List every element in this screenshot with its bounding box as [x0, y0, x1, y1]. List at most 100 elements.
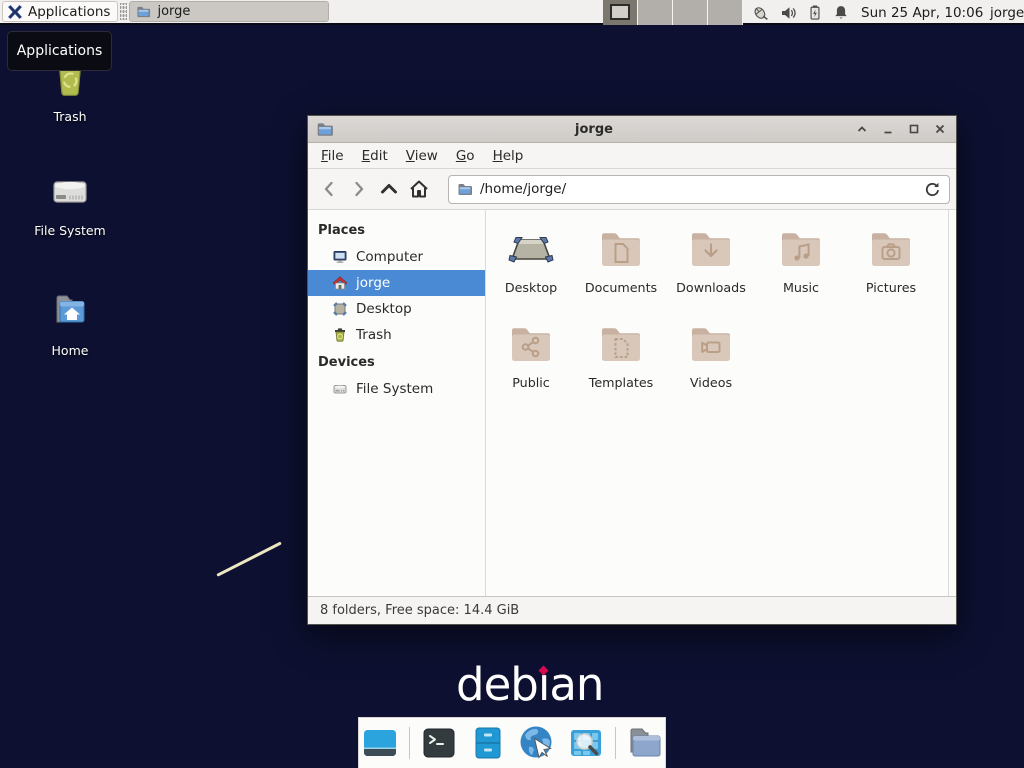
- file-item-downloads[interactable]: Downloads: [666, 226, 756, 295]
- scrollbar-track[interactable]: [948, 210, 956, 596]
- statusbar: 8 folders, Free space: 14.4 GiB: [308, 596, 956, 624]
- panel-username: jorge: [990, 0, 1024, 25]
- chevron-up-icon: [378, 179, 400, 199]
- folder-downloads-icon: [687, 226, 735, 274]
- sidebar-item-computer[interactable]: Computer: [308, 244, 485, 270]
- maximize-button[interactable]: [906, 121, 922, 137]
- forward-button[interactable]: [344, 174, 374, 204]
- file-item-templates[interactable]: Templates: [576, 321, 666, 390]
- sidebar-item-jorge[interactable]: jorge: [308, 270, 485, 296]
- workspace-4[interactable]: [708, 0, 743, 25]
- menu-go[interactable]: Go: [447, 144, 484, 168]
- close-button[interactable]: [932, 121, 948, 137]
- minimize-button[interactable]: [880, 121, 896, 137]
- workspace-3[interactable]: [673, 0, 708, 25]
- window-folder-icon: [316, 120, 334, 138]
- debian-i-red-dot: ı: [538, 658, 550, 711]
- volume-icon[interactable]: [780, 5, 797, 21]
- folder-public-icon: [507, 321, 555, 369]
- computer-icon: [332, 249, 348, 265]
- folder-videos-icon: [687, 321, 735, 369]
- devices-header: Devices: [308, 348, 485, 376]
- top-panel: Applications jorge: [0, 0, 1024, 25]
- file-item-public[interactable]: Public: [486, 321, 576, 390]
- applications-menu-button[interactable]: Applications: [2, 1, 118, 22]
- file-item-documents[interactable]: Documents: [576, 226, 666, 295]
- titlebar[interactable]: jorge: [308, 116, 956, 143]
- file-item-videos[interactable]: Videos: [666, 321, 756, 390]
- dock-separator: [615, 727, 616, 759]
- debian-wordmark: debıan: [456, 658, 603, 710]
- desktop-icon: [332, 301, 348, 317]
- bottom-dock: [358, 717, 666, 768]
- menu-help[interactable]: Help: [484, 144, 533, 168]
- terminal-icon: [420, 724, 458, 762]
- hard-drive-icon: [332, 381, 348, 397]
- file-item-pictures[interactable]: Pictures: [846, 226, 936, 295]
- chevron-left-icon: [319, 179, 339, 199]
- file-item-desktop[interactable]: Desktop: [486, 226, 576, 295]
- panel-separator-handle: [120, 3, 127, 20]
- folder-templates-icon: [597, 321, 645, 369]
- menu-view[interactable]: View: [397, 144, 447, 168]
- taskbar-window-button[interactable]: jorge: [129, 1, 329, 22]
- dock-terminal[interactable]: [419, 723, 459, 763]
- toolbar: /home/jorge/: [308, 169, 956, 210]
- menu-edit[interactable]: Edit: [353, 144, 397, 168]
- desktop-icon-home[interactable]: Home: [22, 288, 118, 358]
- desktop-icon-file-system[interactable]: File System: [22, 168, 118, 238]
- file-item-music[interactable]: Music: [756, 226, 846, 295]
- mouse-icon[interactable]: [750, 4, 769, 21]
- home-icon: [332, 275, 348, 291]
- home-folder-icon: [46, 288, 94, 336]
- taskbar-window-label: jorge: [157, 4, 190, 19]
- places-header: Places: [308, 216, 485, 244]
- dock-show-desktop[interactable]: [360, 723, 400, 763]
- xfce-applications-icon: [7, 4, 23, 20]
- file-list-area[interactable]: Desktop Documents Downloads Music Pictur…: [486, 210, 956, 596]
- dock-app-finder[interactable]: [566, 723, 606, 763]
- dock-file-manager[interactable]: [625, 723, 665, 763]
- applications-tooltip: Applications: [7, 31, 112, 71]
- sidebar-item-trash[interactable]: Trash: [308, 322, 485, 348]
- system-tray: [750, 0, 849, 25]
- folder-icon: [457, 181, 473, 197]
- show-desktop-icon: [361, 724, 399, 762]
- up-button[interactable]: [374, 174, 404, 204]
- path-input[interactable]: /home/jorge/: [480, 181, 917, 197]
- location-bar[interactable]: /home/jorge/: [448, 175, 950, 204]
- folder-documents-icon: [597, 226, 645, 274]
- workspace-switcher[interactable]: [603, 0, 743, 25]
- file-manager-folder-icon: [625, 724, 665, 762]
- sidebar-item-file-system[interactable]: File System: [308, 376, 485, 402]
- desktop-icon-label: File System: [34, 223, 106, 238]
- dock-web-browser[interactable]: [517, 723, 557, 763]
- workspace-window-preview: [610, 4, 630, 20]
- menu-file[interactable]: File: [312, 144, 353, 168]
- desktop-scratch-line: [216, 541, 282, 576]
- home-button[interactable]: [404, 174, 434, 204]
- home-icon: [408, 178, 430, 200]
- back-button[interactable]: [314, 174, 344, 204]
- folder-icon: [136, 4, 151, 19]
- dock-file-cabinet[interactable]: [468, 723, 508, 763]
- folder-music-icon: [777, 226, 825, 274]
- hard-drive-icon: [46, 168, 94, 216]
- sidebar-item-desktop[interactable]: Desktop: [308, 296, 485, 322]
- workspace-2[interactable]: [638, 0, 673, 25]
- desktop-icon-label: Home: [52, 343, 89, 358]
- reload-icon[interactable]: [924, 181, 941, 198]
- trash-icon: [332, 327, 348, 343]
- workspace-1[interactable]: [603, 0, 638, 25]
- application-finder-icon: [567, 724, 605, 762]
- applications-menu-label: Applications: [28, 4, 110, 20]
- window-title: jorge: [342, 122, 846, 137]
- chevron-right-icon: [349, 179, 369, 199]
- desktop-icon: [507, 226, 555, 274]
- panel-clock[interactable]: Sun 25 Apr, 10:06: [861, 0, 983, 25]
- dock-separator: [409, 727, 410, 759]
- notifications-bell-icon[interactable]: [833, 4, 849, 21]
- menubar: File Edit View Go Help: [308, 143, 956, 169]
- shade-button[interactable]: [854, 121, 870, 137]
- battery-icon[interactable]: [808, 4, 822, 21]
